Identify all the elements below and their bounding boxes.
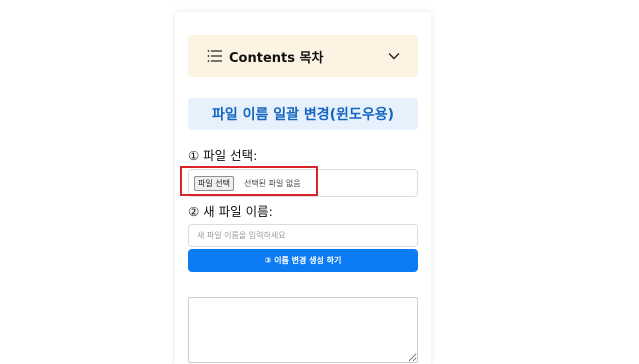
list-icon: [207, 49, 223, 63]
new-name-input[interactable]: [188, 224, 418, 247]
toc-title: Contents 목차: [229, 50, 324, 66]
page: Contents 목차 파일 이름 일괄 변경(윈도우용) ① 파일 선택: 파…: [0, 0, 639, 364]
result-textarea[interactable]: [188, 297, 418, 363]
tool-heading-text: 파일 이름 일괄 변경(윈도우용): [212, 107, 394, 123]
chevron-down-icon[interactable]: [388, 52, 400, 60]
new-name-label: ② 새 파일 이름:: [188, 204, 273, 219]
toc-toggle[interactable]: Contents 목차: [188, 35, 418, 77]
generate-rename-button[interactable]: ③ 이름 변경 생성 하기: [188, 249, 418, 272]
file-select-label: ① 파일 선택:: [188, 148, 258, 163]
highlight-box: [180, 166, 318, 196]
tool-heading: 파일 이름 일괄 변경(윈도우용): [188, 98, 418, 130]
